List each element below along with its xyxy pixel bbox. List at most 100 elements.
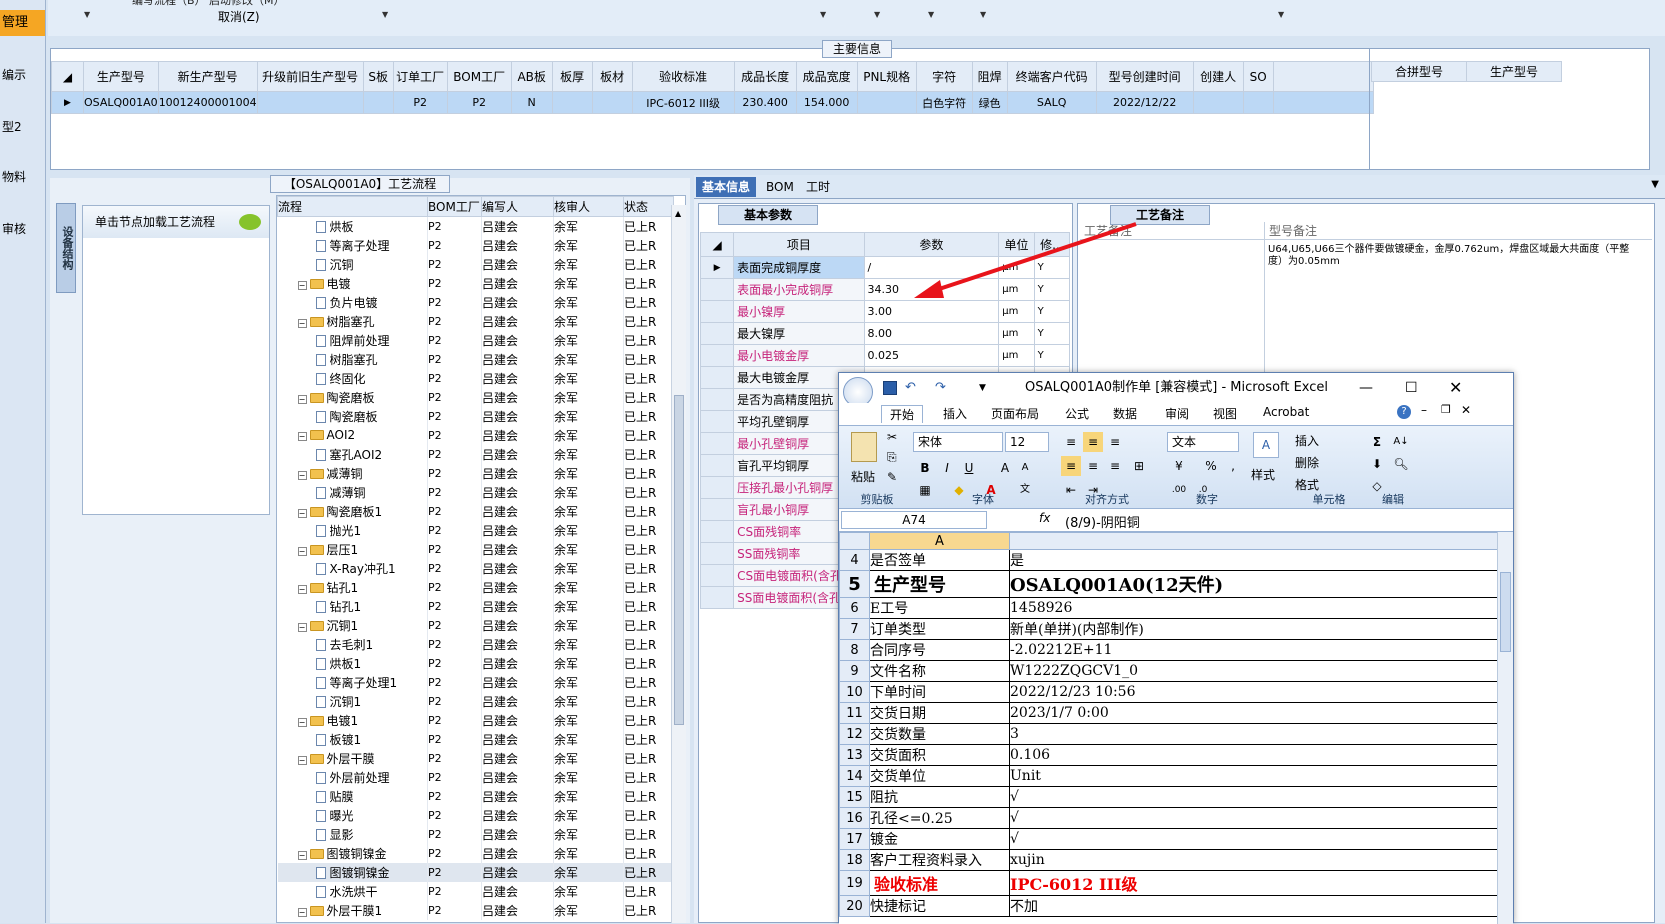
collapse-icon[interactable]: −	[297, 432, 307, 441]
cell[interactable]: P2	[427, 729, 482, 749]
cell[interactable]: 吕建会	[481, 482, 554, 502]
cell[interactable]: 已上R	[623, 691, 674, 711]
list-item[interactable]: 水洗烘干 P2 吕建会 余军 已上R	[277, 881, 674, 901]
collapse-icon[interactable]: −	[297, 508, 307, 518]
styles-icon[interactable]: A	[1253, 432, 1279, 458]
table-row[interactable]: 15 阻抗 √	[839, 786, 1498, 808]
tree-node[interactable]: − 电镀1	[277, 710, 428, 730]
table-row[interactable]: 13 交货面积 0.106	[839, 744, 1498, 766]
tree-node[interactable]: − 减薄铜	[277, 463, 428, 483]
tree-node[interactable]: 外层前处理	[277, 767, 428, 787]
col-header[interactable]: 项目	[733, 232, 865, 257]
cell[interactable]: W1222ZQGCV1_0	[1009, 660, 1498, 682]
cell[interactable]: 合同序号	[869, 639, 1010, 661]
delete-cells-button[interactable]: 删除	[1295, 454, 1319, 471]
cell[interactable]: P2	[427, 482, 482, 502]
cell[interactable]: 余军	[553, 330, 624, 350]
cell[interactable]: 吕建会	[481, 501, 554, 521]
cell[interactable]: P2	[427, 235, 482, 255]
list-item[interactable]: 塞孔AOI2 P2 吕建会 余军 已上R	[277, 444, 674, 464]
row-number[interactable]: 11	[839, 702, 870, 724]
row-number[interactable]: 5	[839, 570, 870, 598]
tree-node[interactable]: 板镀1	[277, 729, 428, 749]
cell[interactable]: 余军	[553, 843, 624, 863]
cell[interactable]: 不加	[1009, 895, 1498, 917]
row-number[interactable]: 10	[839, 681, 870, 703]
cell[interactable]: 吕建会	[481, 881, 554, 901]
table-row[interactable]: 7 订单类型 新单(单拼)(内部制作)	[839, 618, 1498, 640]
cell[interactable]: 余军	[553, 368, 624, 388]
param-item[interactable]: 最大镍厚	[733, 322, 865, 345]
tree-node[interactable]: 图镀铜镍金	[277, 862, 428, 882]
col-header[interactable]: AB板	[510, 61, 553, 92]
tree-node[interactable]: 显影	[277, 824, 428, 844]
table-row[interactable]: 6 E工号 1458926	[839, 597, 1498, 619]
cell[interactable]: P2	[427, 615, 482, 635]
minimize-icon[interactable]: —	[1359, 373, 1373, 403]
col-header[interactable]: 创建人	[1192, 61, 1244, 92]
save-icon[interactable]	[883, 381, 897, 395]
cell[interactable]: 吕建会	[481, 691, 554, 711]
currency-icon[interactable]: ¥	[1169, 456, 1189, 476]
col-header[interactable]: 生产型号	[1466, 61, 1562, 82]
list-item[interactable]: 烘板 P2 吕建会 余军 已上R	[277, 216, 674, 236]
tab-basic-info[interactable]: 基本信息	[696, 177, 757, 197]
tree-node[interactable]: − 图镀铜镍金	[277, 843, 428, 863]
param-item[interactable]: 表面最小完成铜厚	[733, 278, 865, 301]
help-icon[interactable]: ?	[1397, 405, 1411, 419]
cell[interactable]: 余军	[553, 767, 624, 787]
cell[interactable]: 生产型号	[869, 570, 1010, 598]
tree-node[interactable]: 沉铜	[277, 254, 428, 274]
cell[interactable]: 余军	[553, 824, 624, 844]
cell[interactable]: 余军	[553, 748, 624, 768]
tree-node[interactable]: 烘板	[277, 216, 428, 236]
cell[interactable]: 已上R	[623, 634, 674, 654]
tree-node[interactable]: − 陶瓷磨板	[277, 387, 428, 407]
cell[interactable]: P2	[427, 653, 482, 673]
cell[interactable]: 交货单位	[869, 765, 1010, 787]
top-strip-buttons[interactable]: 编写流程（B） 启动修改（M）	[132, 0, 285, 8]
cell[interactable]: P2	[427, 748, 482, 768]
redo-icon[interactable]: ↷	[935, 373, 946, 403]
cell[interactable]: 吕建会	[481, 900, 554, 920]
cell[interactable]: 已上R	[623, 748, 674, 768]
formula-input[interactable]: (8/9)-阴阳铜	[1065, 512, 1140, 531]
row-number[interactable]: 6	[839, 597, 870, 619]
cell[interactable]: P2	[427, 881, 482, 901]
cell[interactable]: 已上R	[623, 406, 674, 426]
table-row[interactable]: 5 生产型号 OSALQ001A0(12天件)	[839, 570, 1498, 598]
tree-node[interactable]: − 树脂塞孔	[277, 311, 428, 331]
column-header-a[interactable]: A	[869, 532, 1010, 550]
cell[interactable]: P2	[427, 786, 482, 806]
param-flag[interactable]: Y	[1033, 344, 1071, 367]
cell[interactable]: 交货面积	[869, 744, 1010, 766]
cell[interactable]: √	[1009, 828, 1498, 850]
cell[interactable]: 已上R	[623, 254, 674, 274]
cell[interactable]: 已上R	[623, 311, 674, 331]
cell[interactable]: 2023/1/7 0:00	[1009, 702, 1498, 724]
cell[interactable]: 已上R	[623, 843, 674, 863]
tree-node[interactable]: − AOI2	[277, 425, 428, 445]
param-value[interactable]: 8.00	[863, 322, 1000, 345]
cell[interactable]: 吕建会	[481, 748, 554, 768]
tab-work-hours[interactable]: 工时	[800, 177, 836, 197]
tree-node[interactable]: − 外层干膜1	[277, 900, 428, 920]
cell[interactable]: 余军	[553, 463, 624, 483]
cell[interactable]: 吕建会	[481, 558, 554, 578]
tree-node[interactable]: − 电镀	[277, 273, 428, 293]
cell[interactable]: 余军	[553, 501, 624, 521]
cell[interactable]: 吕建会	[481, 862, 554, 882]
list-item[interactable]: − 陶瓷磨板1 P2 吕建会 余军 已上R	[277, 501, 674, 521]
cell[interactable]: 余军	[553, 558, 624, 578]
cell[interactable]: 已上R	[623, 577, 674, 597]
cell[interactable]: 已上R	[623, 596, 674, 616]
cell[interactable]: 余军	[553, 273, 624, 293]
table-row[interactable]: 8 合同序号 -2.02212E+11	[839, 639, 1498, 661]
tab-bom[interactable]: BOM	[760, 177, 800, 197]
align-top-icon[interactable]: ≡	[1061, 432, 1081, 452]
comma-icon[interactable]: ,	[1223, 456, 1243, 476]
chevron-down-icon[interactable]: ▼	[1651, 179, 1659, 190]
cell[interactable]: 余军	[553, 691, 624, 711]
cell[interactable]: 2022/12/22	[1095, 91, 1194, 114]
list-item[interactable]: 等离子处理 P2 吕建会 余军 已上R	[277, 235, 674, 255]
